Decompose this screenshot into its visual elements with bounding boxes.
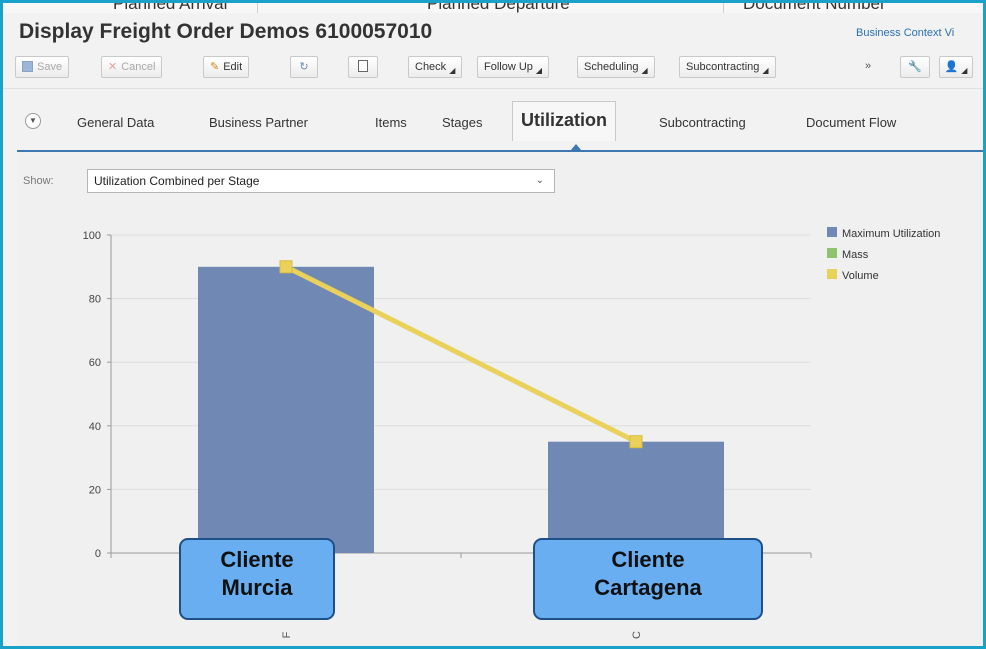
y-tick-label: 60 <box>89 357 101 369</box>
y-tick-label: 40 <box>89 421 101 433</box>
utilization-chart: 0 20 40 60 80 100 F C Maximum Utilization Mass Vol… <box>83 227 940 639</box>
legend-label: Volume <box>842 270 879 282</box>
legend-label: Maximum Utilization <box>842 228 940 240</box>
callout-cliente-cartagena: Cliente Cartagena <box>533 538 763 620</box>
callout-line: Cliente <box>611 547 685 572</box>
legend-swatch <box>827 269 837 279</box>
callout-line: Cartagena <box>594 575 702 600</box>
callout-cliente-murcia: Cliente Murcia <box>179 538 335 620</box>
category-label: F <box>281 631 293 638</box>
app-window: Planned Arrival Planned Departure Docume… <box>0 0 986 649</box>
legend-swatch <box>827 248 837 258</box>
y-tick-label: 20 <box>89 484 101 496</box>
point-volume <box>629 435 643 449</box>
legend-label: Mass <box>842 249 869 261</box>
category-label: C <box>631 631 643 639</box>
bar-maximum-utilization <box>548 441 724 553</box>
callout-line: Murcia <box>221 575 293 600</box>
y-tick-label: 100 <box>83 230 101 242</box>
callout-line: Cliente <box>220 547 294 572</box>
bar-maximum-utilization <box>198 266 374 553</box>
y-tick-label: 80 <box>89 294 101 306</box>
legend-swatch <box>827 227 837 237</box>
point-volume <box>279 260 293 274</box>
y-tick-label: 0 <box>95 548 101 560</box>
